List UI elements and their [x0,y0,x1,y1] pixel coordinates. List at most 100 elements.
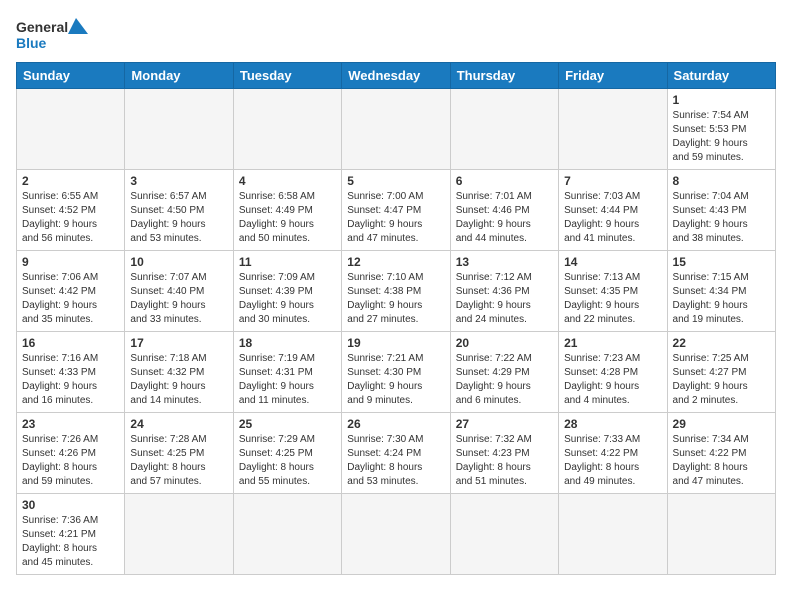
day-number: 11 [239,255,336,269]
day-number: 30 [22,498,119,512]
day-info: Sunrise: 7:33 AM Sunset: 4:22 PM Dayligh… [564,433,661,489]
day-number: 9 [22,255,119,269]
calendar-day-cell: 24 Sunrise: 7:28 AM Sunset: 4:25 PM Dayli… [125,413,233,494]
calendar-day-cell: 18 Sunrise: 7:19 AM Sunset: 4:31 PM Dayli… [233,332,341,413]
calendar-week-row: 2 Sunrise: 6:55 AM Sunset: 4:52 PM Daylig… [17,170,776,251]
calendar-day-cell: 14 Sunrise: 7:13 AM Sunset: 4:35 PM Dayli… [559,251,667,332]
day-number: 21 [564,336,661,350]
calendar-week-row: 23Sunrise: 7:26 AM Sunset: 4:26 PM Dayli… [17,413,776,494]
day-info: Sunrise: 7:32 AM Sunset: 4:23 PM Dayligh… [456,433,553,489]
calendar-day-cell [233,494,341,575]
calendar-week-row: 9 Sunrise: 7:06 AM Sunset: 4:42 PM Daylig… [17,251,776,332]
calendar-day-cell [125,494,233,575]
generalblue-logo-icon: GeneralBlue [16,16,96,52]
day-number: 22 [673,336,770,350]
calendar-day-cell: 7 Sunrise: 7:03 AM Sunset: 4:44 PM Daylig… [559,170,667,251]
day-number: 5 [347,174,444,188]
weekday-header-saturday: Saturday [667,63,775,89]
day-number: 2 [22,174,119,188]
day-number: 25 [239,417,336,431]
day-info: Sunrise: 7:23 AM Sunset: 4:28 PM Dayligh… [564,352,661,408]
weekday-header-thursday: Thursday [450,63,558,89]
calendar-day-cell: 1 Sunrise: 7:54 AM Sunset: 5:53 PM Daylig… [667,89,775,170]
calendar-day-cell [342,89,450,170]
svg-text:Blue: Blue [16,35,47,51]
calendar-day-cell: 3Sunrise: 6:57 AM Sunset: 4:50 PM Daylig… [125,170,233,251]
day-number: 7 [564,174,661,188]
calendar-day-cell: 8 Sunrise: 7:04 AM Sunset: 4:43 PM Daylig… [667,170,775,251]
day-info: Sunrise: 7:01 AM Sunset: 4:46 PM Dayligh… [456,190,553,246]
day-info: Sunrise: 7:16 AM Sunset: 4:33 PM Dayligh… [22,352,119,408]
day-number: 24 [130,417,227,431]
day-number: 4 [239,174,336,188]
svg-text:General: General [16,19,68,35]
day-number: 1 [673,93,770,107]
day-info: Sunrise: 7:22 AM Sunset: 4:29 PM Dayligh… [456,352,553,408]
weekday-header-wednesday: Wednesday [342,63,450,89]
day-info: Sunrise: 7:18 AM Sunset: 4:32 PM Dayligh… [130,352,227,408]
calendar-week-row: 30Sunrise: 7:36 AM Sunset: 4:21 PM Dayli… [17,494,776,575]
calendar-day-cell [667,494,775,575]
day-info: Sunrise: 7:28 AM Sunset: 4:25 PM Dayligh… [130,433,227,489]
calendar-day-cell: 17 Sunrise: 7:18 AM Sunset: 4:32 PM Dayli… [125,332,233,413]
calendar-day-cell: 4Sunrise: 6:58 AM Sunset: 4:49 PM Daylig… [233,170,341,251]
logo: GeneralBlue [16,16,96,52]
calendar-day-cell: 28 Sunrise: 7:33 AM Sunset: 4:22 PM Dayli… [559,413,667,494]
calendar-day-cell [450,494,558,575]
day-info: Sunrise: 7:29 AM Sunset: 4:25 PM Dayligh… [239,433,336,489]
day-number: 16 [22,336,119,350]
day-info: Sunrise: 6:55 AM Sunset: 4:52 PM Dayligh… [22,190,119,246]
calendar-table: SundayMondayTuesdayWednesdayThursdayFrid… [16,62,776,575]
calendar-day-cell: 26 Sunrise: 7:30 AM Sunset: 4:24 PM Dayli… [342,413,450,494]
day-number: 29 [673,417,770,431]
calendar-day-cell: 16 Sunrise: 7:16 AM Sunset: 4:33 PM Dayli… [17,332,125,413]
day-info: Sunrise: 7:06 AM Sunset: 4:42 PM Dayligh… [22,271,119,327]
calendar-day-cell [342,494,450,575]
day-info: Sunrise: 7:10 AM Sunset: 4:38 PM Dayligh… [347,271,444,327]
day-number: 20 [456,336,553,350]
weekday-header-tuesday: Tuesday [233,63,341,89]
weekday-header-monday: Monday [125,63,233,89]
weekday-header-row: SundayMondayTuesdayWednesdayThursdayFrid… [17,63,776,89]
day-info: Sunrise: 7:30 AM Sunset: 4:24 PM Dayligh… [347,433,444,489]
day-info: Sunrise: 7:34 AM Sunset: 4:22 PM Dayligh… [673,433,770,489]
weekday-header-sunday: Sunday [17,63,125,89]
day-number: 15 [673,255,770,269]
weekday-header-friday: Friday [559,63,667,89]
calendar-week-row: 1 Sunrise: 7:54 AM Sunset: 5:53 PM Daylig… [17,89,776,170]
calendar-day-cell: 30Sunrise: 7:36 AM Sunset: 4:21 PM Dayli… [17,494,125,575]
day-number: 17 [130,336,227,350]
calendar-day-cell: 2 Sunrise: 6:55 AM Sunset: 4:52 PM Daylig… [17,170,125,251]
calendar-day-cell: 15Sunrise: 7:15 AM Sunset: 4:34 PM Dayli… [667,251,775,332]
calendar-day-cell [559,89,667,170]
calendar-day-cell: 19Sunrise: 7:21 AM Sunset: 4:30 PM Dayli… [342,332,450,413]
day-number: 14 [564,255,661,269]
calendar-day-cell: 20 Sunrise: 7:22 AM Sunset: 4:29 PM Dayli… [450,332,558,413]
day-number: 28 [564,417,661,431]
calendar-day-cell: 10Sunrise: 7:07 AM Sunset: 4:40 PM Dayli… [125,251,233,332]
calendar-day-cell: 12Sunrise: 7:10 AM Sunset: 4:38 PM Dayli… [342,251,450,332]
day-info: Sunrise: 7:07 AM Sunset: 4:40 PM Dayligh… [130,271,227,327]
day-info: Sunrise: 7:00 AM Sunset: 4:47 PM Dayligh… [347,190,444,246]
day-info: Sunrise: 7:13 AM Sunset: 4:35 PM Dayligh… [564,271,661,327]
calendar-day-cell: 22 Sunrise: 7:25 AM Sunset: 4:27 PM Dayli… [667,332,775,413]
calendar-day-cell [450,89,558,170]
day-number: 27 [456,417,553,431]
day-info: Sunrise: 7:03 AM Sunset: 4:44 PM Dayligh… [564,190,661,246]
day-info: Sunrise: 7:04 AM Sunset: 4:43 PM Dayligh… [673,190,770,246]
day-number: 18 [239,336,336,350]
calendar-day-cell: 6 Sunrise: 7:01 AM Sunset: 4:46 PM Daylig… [450,170,558,251]
day-number: 26 [347,417,444,431]
day-number: 3 [130,174,227,188]
calendar-day-cell: 29 Sunrise: 7:34 AM Sunset: 4:22 PM Dayli… [667,413,775,494]
day-info: Sunrise: 7:54 AM Sunset: 5:53 PM Dayligh… [673,109,770,165]
calendar-day-cell: 23Sunrise: 7:26 AM Sunset: 4:26 PM Dayli… [17,413,125,494]
calendar-day-cell: 11Sunrise: 7:09 AM Sunset: 4:39 PM Dayli… [233,251,341,332]
page-header: GeneralBlue [16,16,776,52]
calendar-week-row: 16 Sunrise: 7:16 AM Sunset: 4:33 PM Dayli… [17,332,776,413]
day-number: 8 [673,174,770,188]
day-number: 6 [456,174,553,188]
day-info: Sunrise: 7:19 AM Sunset: 4:31 PM Dayligh… [239,352,336,408]
day-info: Sunrise: 7:25 AM Sunset: 4:27 PM Dayligh… [673,352,770,408]
calendar-day-cell [17,89,125,170]
